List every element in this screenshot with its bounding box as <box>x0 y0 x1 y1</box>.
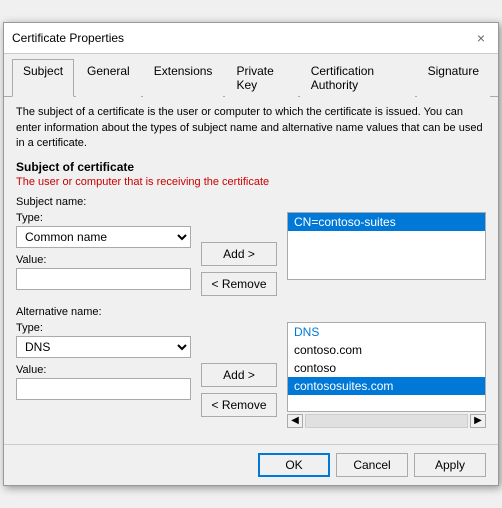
alt-buttons: Add > < Remove <box>199 322 279 428</box>
alt-list-header: DNS <box>288 323 485 341</box>
subject-name-label: Subject name: <box>16 196 86 208</box>
tab-general[interactable]: General <box>76 59 141 97</box>
scroll-right-button[interactable]: ▶ <box>470 414 486 428</box>
ok-button[interactable]: OK <box>258 453 330 477</box>
cancel-button[interactable]: Cancel <box>336 453 408 477</box>
section-title: Subject of certificate <box>16 160 486 174</box>
close-button[interactable]: × <box>472 29 490 47</box>
subject-buttons: Add > < Remove <box>199 212 279 296</box>
alt-list-item-1[interactable]: contoso.com <box>288 341 485 359</box>
alt-name-label: Alternative name: <box>16 306 102 318</box>
dialog-title: Certificate Properties <box>12 31 124 45</box>
alt-type-select[interactable]: DNS IP Email UPN <box>16 336 191 358</box>
tab-bar: Subject General Extensions Private Key C… <box>4 54 498 97</box>
scroll-left-button[interactable]: ◀ <box>287 414 303 428</box>
section-subtitle: The user or computer that is receiving t… <box>16 176 486 188</box>
title-bar: Certificate Properties × <box>4 23 498 54</box>
info-text: The subject of a certificate is the user… <box>16 105 486 151</box>
alt-list[interactable]: DNS contoso.com contoso contososuites.co… <box>287 322 486 412</box>
alt-name-left: Type: DNS IP Email UPN Value: <box>16 322 191 428</box>
alt-value-input[interactable] <box>16 378 191 400</box>
alt-list-panel: DNS contoso.com contoso contososuites.co… <box>287 322 486 428</box>
alt-type-label: Type: <box>16 322 191 334</box>
subject-list-item[interactable]: CN=contoso-suites <box>288 213 485 231</box>
alt-list-item-3[interactable]: contososuites.com <box>288 377 485 395</box>
subject-remove-button[interactable]: < Remove <box>201 272 277 296</box>
tab-private-key[interactable]: Private Key <box>225 59 297 97</box>
apply-button[interactable]: Apply <box>414 453 486 477</box>
subject-add-button[interactable]: Add > <box>201 242 277 266</box>
subject-type-select[interactable]: Common name Organization Organizational … <box>16 226 191 248</box>
tab-content: The subject of a certificate is the user… <box>4 97 498 443</box>
subject-value-input[interactable] <box>16 268 191 290</box>
alt-type-group: Type: DNS IP Email UPN <box>16 322 191 358</box>
subject-name-row: Type: Common name Organization Organizat… <box>16 212 486 296</box>
tab-extensions[interactable]: Extensions <box>143 59 224 97</box>
alt-name-row: Type: DNS IP Email UPN Value: Add > < Re… <box>16 322 486 428</box>
subject-list[interactable]: CN=contoso-suites <box>287 212 486 280</box>
type-group: Type: Common name Organization Organizat… <box>16 212 191 248</box>
horizontal-scroll-row: ◀ ▶ <box>287 414 486 428</box>
value-group: Value: <box>16 254 191 290</box>
alt-value-group: Value: <box>16 364 191 400</box>
dialog-footer: OK Cancel Apply <box>4 444 498 485</box>
subject-name-left: Type: Common name Organization Organizat… <box>16 212 191 296</box>
type-label: Type: <box>16 212 191 224</box>
alt-value-label: Value: <box>16 364 191 376</box>
value-label: Value: <box>16 254 191 266</box>
subject-list-panel: CN=contoso-suites <box>287 212 486 296</box>
certificate-properties-dialog: Certificate Properties × Subject General… <box>3 22 499 485</box>
tab-certification-authority[interactable]: Certification Authority <box>300 59 415 97</box>
tab-subject[interactable]: Subject <box>12 59 74 97</box>
scroll-track[interactable] <box>305 414 468 428</box>
alt-add-button[interactable]: Add > <box>201 363 277 387</box>
alt-remove-button[interactable]: < Remove <box>201 393 277 417</box>
tab-signature[interactable]: Signature <box>417 59 490 97</box>
alt-list-item-2[interactable]: contoso <box>288 359 485 377</box>
